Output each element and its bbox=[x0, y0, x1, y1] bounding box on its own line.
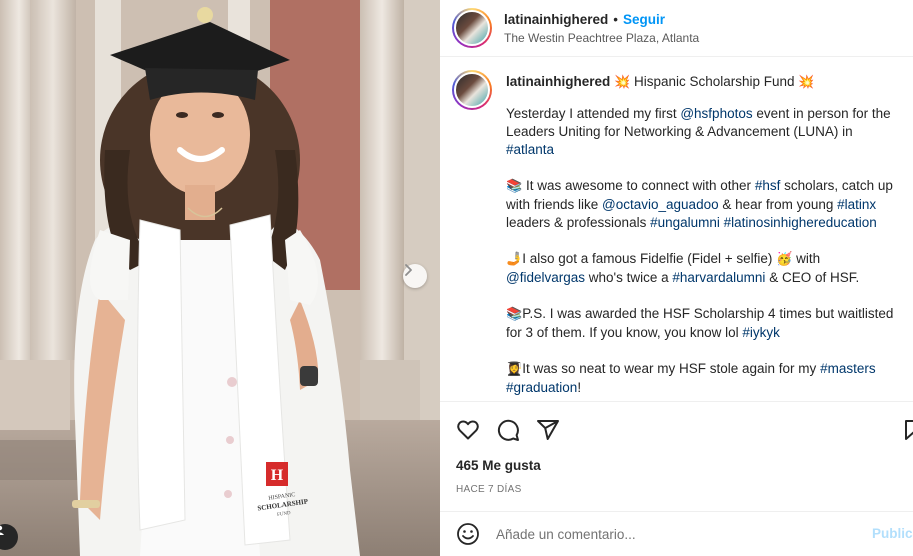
collision-emoji-icon: 💥 bbox=[798, 75, 815, 90]
hashtag-link[interactable]: #ungalumni bbox=[650, 215, 720, 230]
user-tag-icon bbox=[0, 525, 4, 535]
hashtag-link[interactable]: #atlanta bbox=[506, 142, 554, 157]
post-details-panel: latinainhighered • Seguir The Westin Pea… bbox=[440, 0, 913, 556]
add-comment-bar: Publicar bbox=[440, 511, 913, 556]
hashtag-link[interactable]: #harvardalumni bbox=[672, 270, 765, 285]
post-location[interactable]: The Westin Peachtree Plaza, Atlanta bbox=[504, 31, 699, 45]
comments-section[interactable]: latinainhighered 💥 Hispanic Scholarship … bbox=[440, 58, 913, 400]
save-button[interactable] bbox=[902, 418, 913, 442]
share-icon bbox=[537, 419, 559, 440]
author-username[interactable]: latinainhighered bbox=[504, 12, 608, 27]
follow-button[interactable]: Seguir bbox=[623, 12, 665, 27]
collision-emoji-icon: 💥 bbox=[614, 75, 631, 90]
hashtag-link[interactable]: #latinosinhighereducation bbox=[724, 215, 877, 230]
selfie-emoji-icon: 🤳 bbox=[506, 252, 523, 267]
author-avatar[interactable] bbox=[452, 8, 492, 48]
hashtag-link[interactable]: #hsf bbox=[755, 178, 781, 193]
comment-icon bbox=[497, 419, 519, 441]
like-button[interactable] bbox=[456, 418, 480, 442]
caption-title: Hispanic Scholarship Fund bbox=[633, 74, 795, 89]
carousel-next-button[interactable] bbox=[403, 264, 427, 288]
caption-paragraph-1: Yesterday I attended my first @hsfphotos… bbox=[506, 106, 891, 157]
caption-username[interactable]: latinainhighered bbox=[506, 74, 610, 89]
comment-button[interactable] bbox=[496, 418, 520, 442]
graduate-photo-illustration: H HISPANIC SCHOLARSHIP FUND bbox=[0, 0, 440, 556]
graduate-emoji-icon: 👩‍🎓 bbox=[506, 362, 523, 377]
comment-input[interactable] bbox=[496, 526, 846, 542]
caption: latinainhighered 💥 Hispanic Scholarship … bbox=[452, 70, 901, 400]
hashtag-link[interactable]: #latinx bbox=[837, 197, 876, 212]
party-face-emoji-icon: 🥳 bbox=[776, 252, 793, 267]
hashtag-link[interactable]: #masters bbox=[820, 361, 876, 376]
emoji-smiley-icon[interactable] bbox=[456, 522, 480, 546]
post-photo[interactable]: H HISPANIC SCHOLARSHIP FUND bbox=[0, 0, 440, 556]
likes-count[interactable]: 465 Me gusta bbox=[456, 458, 541, 473]
mention-link[interactable]: @fidelvargas bbox=[506, 270, 585, 285]
caption-paragraph-3: 🤳I also got a famous Fidelfie (Fidel + s… bbox=[506, 251, 860, 285]
caption-paragraph-5: 👩‍🎓It was so neat to wear my HSF stole a… bbox=[506, 361, 876, 395]
publish-button[interactable]: Publicar bbox=[872, 526, 913, 541]
caption-paragraph-2: 📚 It was awesome to connect with other #… bbox=[506, 178, 893, 230]
books-emoji-icon: 📚 bbox=[506, 179, 523, 194]
caption-paragraph-4: 📚P.S. I was awarded the HSF Scholarship … bbox=[506, 306, 894, 340]
post-header: latinainhighered • Seguir The Westin Pea… bbox=[440, 0, 913, 57]
mention-link[interactable]: @hsfphotos bbox=[680, 106, 752, 121]
chevron-right-icon bbox=[405, 264, 412, 276]
hashtag-link[interactable]: #iykyk bbox=[742, 325, 780, 340]
separator-dot: • bbox=[613, 11, 618, 27]
heart-icon bbox=[457, 420, 479, 439]
action-bar bbox=[440, 401, 913, 457]
caption-author-avatar[interactable] bbox=[452, 70, 492, 110]
share-button[interactable] bbox=[536, 418, 560, 442]
books-emoji-icon: 📚 bbox=[506, 307, 523, 322]
hashtag-link[interactable]: #graduation bbox=[506, 380, 577, 395]
stole-logo-letter: H bbox=[271, 467, 284, 484]
post-timestamp[interactable]: HACE 7 DÍAS bbox=[456, 484, 522, 495]
bookmark-icon bbox=[905, 419, 913, 440]
mention-link[interactable]: @octavio_aguadoo bbox=[602, 197, 719, 212]
